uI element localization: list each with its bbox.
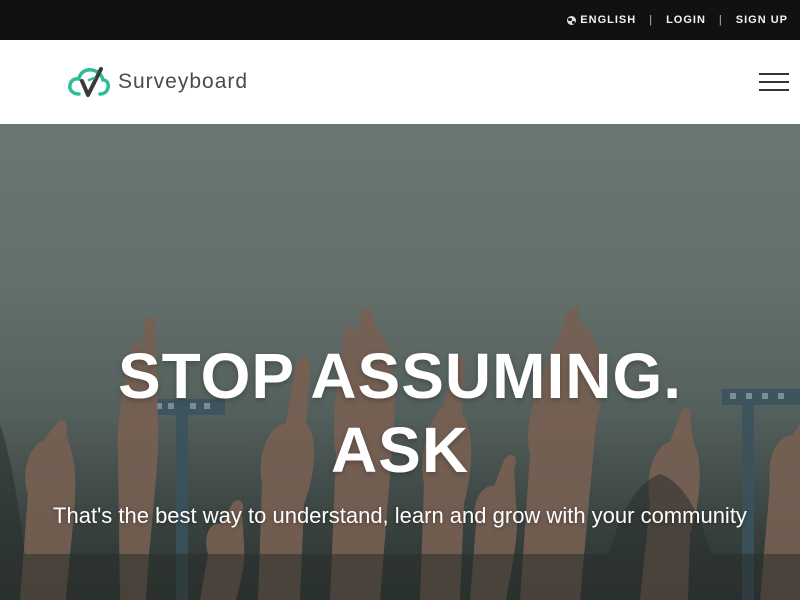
hero-content: STOP ASSUMING. ASK That's the best way t…: [0, 339, 800, 535]
globe-icon: [567, 15, 577, 25]
main-navbar: Surveyboard: [0, 40, 800, 124]
top-utility-bar: ENGLISH | LOGIN | SIGN UP: [0, 0, 800, 40]
hero-title: STOP ASSUMING. ASK: [0, 339, 800, 487]
brand-logo-link[interactable]: Surveyboard: [68, 66, 248, 98]
hero-title-line-2: ASK: [330, 414, 470, 486]
separator: |: [718, 14, 723, 26]
signup-link[interactable]: SIGN UP: [736, 14, 788, 26]
menu-bar: [759, 73, 789, 75]
menu-bar: [759, 89, 789, 91]
brand-name: Surveyboard: [118, 70, 249, 93]
language-label: ENGLISH: [580, 14, 637, 26]
hero-title-line-1: STOP ASSUMING.: [117, 340, 683, 412]
hero-section: STOP ASSUMING. ASK That's the best way t…: [0, 124, 800, 600]
language-selector[interactable]: ENGLISH: [567, 14, 636, 26]
hero-subtitle: That's the best way to understand, learn…: [53, 503, 747, 528]
separator: |: [649, 14, 654, 26]
login-link[interactable]: LOGIN: [666, 14, 706, 26]
menu-bar: [759, 81, 789, 83]
cloud-check-logo-icon: [68, 67, 110, 97]
hamburger-menu-icon[interactable]: [759, 73, 789, 91]
